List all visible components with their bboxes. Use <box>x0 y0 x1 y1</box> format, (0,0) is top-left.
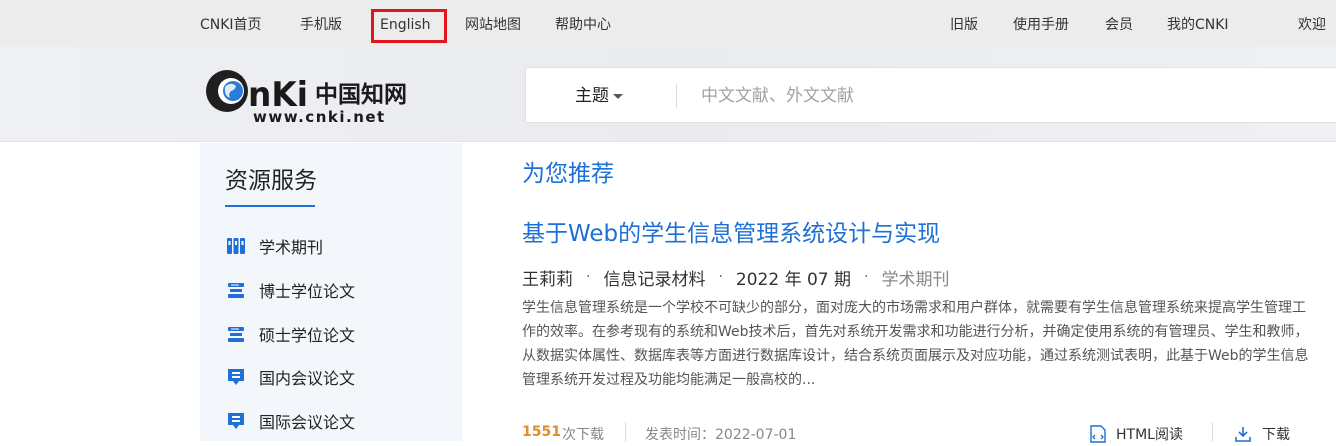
sidebar-item-label: 学术期刊 <box>259 238 324 257</box>
svg-text:www.cnki.net: www.cnki.net <box>253 108 386 124</box>
doctoral-thesis-icon <box>226 280 246 300</box>
domestic-conference-icon <box>226 367 246 387</box>
sidebar-item-label: 国际会议论文 <box>259 413 356 432</box>
sidebar-item-domestic-conference[interactable]: 国内会议论文 <box>226 365 355 389</box>
sidebar-item-master-thesis[interactable]: 硕士学位论文 <box>226 322 355 346</box>
sidebar-title-underline <box>225 205 315 207</box>
html-read-button[interactable]: HTML阅读 <box>1090 424 1183 444</box>
nav-old-version[interactable]: 旧版 <box>950 15 978 35</box>
sidebar-item-international-conference[interactable]: 国际会议论文 <box>226 409 355 433</box>
article-abstract: 学生信息管理系统是一个学校不可缺少的部分，面对庞大的市场需求和用户群体，就需要有… <box>522 300 1309 388</box>
nav-english[interactable]: English <box>380 15 431 35</box>
nav-site-map[interactable]: 网站地图 <box>465 15 521 35</box>
nav-cnki-home[interactable]: CNKI首页 <box>200 15 262 35</box>
nav-my-cnki[interactable]: 我的CNKI <box>1167 15 1229 35</box>
search-box: 主题 <box>525 67 1336 123</box>
search-scope-dropdown[interactable]: 主题 <box>575 85 623 107</box>
article-issue: 2022 年 07 期 <box>735 269 852 290</box>
recommend-section-title: 为您推荐 <box>522 161 614 187</box>
cnki-logo[interactable]: nKi 中国知网 www.cnki.net <box>203 66 433 126</box>
journal-icon <box>226 236 246 256</box>
svg-text:中国知网: 中国知网 <box>315 81 407 108</box>
download-count: 1551 <box>522 424 561 440</box>
international-conference-icon <box>226 411 246 431</box>
search-input[interactable] <box>701 82 1321 110</box>
download-button[interactable]: 下载 <box>1234 424 1290 444</box>
meta-separator: · <box>864 269 869 285</box>
resource-sidebar: 资源服务 学术期刊 博士学位论文 硕士学位论文 国内会议论文 国际会议论文 <box>200 143 462 441</box>
nav-membership[interactable]: 会员 <box>1105 15 1133 35</box>
sidebar-title: 资源服务 <box>225 168 317 194</box>
html-document-icon <box>1090 425 1106 443</box>
download-icon <box>1235 427 1251 442</box>
caret-down-icon <box>613 93 623 99</box>
sidebar-item-label: 硕士学位论文 <box>259 326 356 345</box>
article-meta: 王莉莉 · 信息记录材料 · 2022 年 07 期 · 学术期刊 <box>522 265 950 290</box>
sidebar-item-journals[interactable]: 学术期刊 <box>226 234 323 258</box>
nav-mobile[interactable]: 手机版 <box>300 15 342 35</box>
nav-help-center[interactable]: 帮助中心 <box>555 15 611 35</box>
sidebar-item-label: 博士学位论文 <box>259 282 356 301</box>
master-thesis-icon <box>226 324 246 344</box>
nav-welcome[interactable]: 欢迎 <box>1298 15 1326 35</box>
sidebar-item-doctoral-thesis[interactable]: 博士学位论文 <box>226 278 355 302</box>
article-title-link[interactable]: 基于Web的学生信息管理系统设计与实现 <box>522 219 940 249</box>
top-nav-bar: CNKI首页 手机版 English 网站地图 帮助中心 旧版 使用手册 会员 … <box>0 0 1336 47</box>
publish-date: 发表时间：2022-07-01 <box>645 427 797 443</box>
article-type: 学术期刊 <box>881 269 950 290</box>
header-band: nKi 中国知网 www.cnki.net 主题 <box>0 47 1336 142</box>
search-divider <box>676 84 677 108</box>
article-source[interactable]: 信息记录材料 <box>603 265 705 290</box>
meta-separator: · <box>586 269 591 285</box>
article-author[interactable]: 王莉莉 <box>522 265 573 290</box>
sidebar-item-label: 国内会议论文 <box>259 369 356 388</box>
article-footer: 1551 次下载 发表时间：2022-07-01 HTML阅读 下载 <box>522 422 1302 446</box>
download-count-unit: 次下载 <box>562 427 604 443</box>
footer-divider <box>625 422 626 442</box>
footer-divider <box>1212 422 1213 442</box>
meta-separator: · <box>718 269 723 285</box>
nav-user-manual[interactable]: 使用手册 <box>1013 15 1069 35</box>
